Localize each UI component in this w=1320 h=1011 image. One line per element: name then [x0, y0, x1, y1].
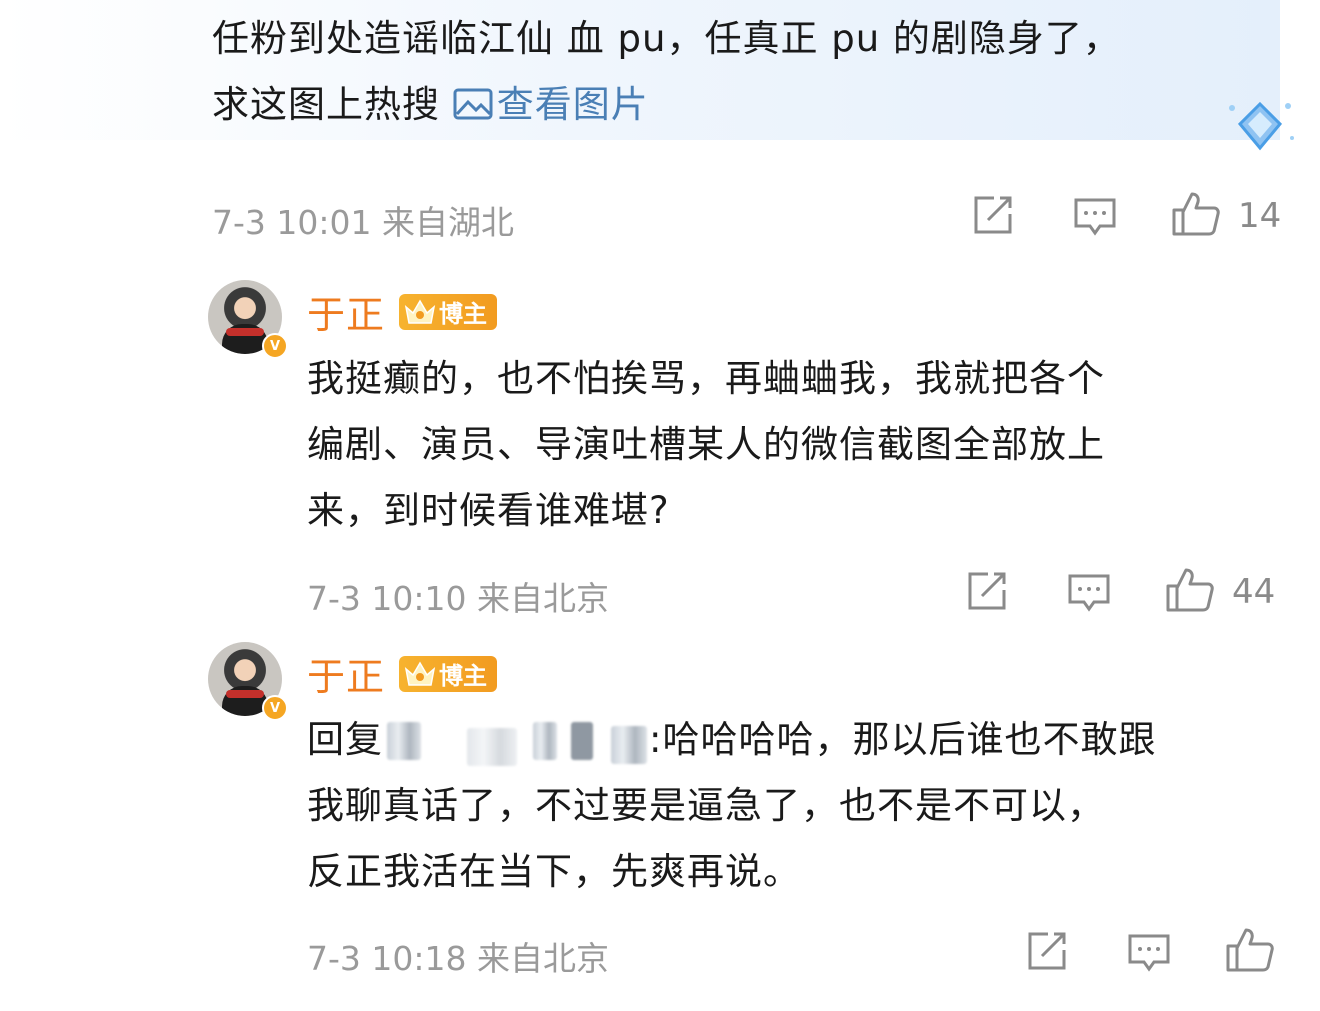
comment-icon[interactable] — [1066, 572, 1112, 614]
reply-1-line-3: 来，到时候看谁难堪? — [307, 489, 670, 532]
share-icon[interactable] — [1024, 930, 1070, 974]
crown-icon — [403, 297, 437, 327]
reply-2-text: :哈哈哈哈，那以后谁也不敢跟 — [649, 718, 1157, 761]
top-comment-line-2: 求这图上热搜 查看图片 — [212, 72, 649, 142]
top-comment-meta: 7-3 10:01 来自湖北 — [212, 203, 514, 242]
reply-2-header: 于正 博主 — [307, 646, 498, 701]
view-image-label[interactable]: 查看图片 — [497, 83, 649, 126]
like-count: 14 — [1238, 196, 1282, 236]
like-icon[interactable] — [1224, 926, 1276, 974]
share-icon[interactable] — [970, 194, 1016, 238]
like-icon[interactable] — [1164, 566, 1216, 614]
reply-1-line-2: 编剧、演员、导演吐槽某人的微信截图全部放上 — [307, 423, 1105, 466]
badge-label: 博主 — [439, 662, 488, 690]
verified-v-icon: V — [262, 333, 288, 359]
reply-2-line-2: 我聊真话了，不过要是逼急了，也不是不可以， — [307, 784, 1105, 827]
blurred-mention[interactable] — [383, 721, 649, 766]
reply-2-meta: 7-3 10:18 来自北京 — [307, 939, 609, 978]
like-count: 44 — [1232, 572, 1276, 612]
blogger-badge: 博主 — [399, 293, 498, 330]
reply-2-line-3: 反正我活在当下，先爽再说。 — [307, 850, 801, 893]
share-icon[interactable] — [964, 570, 1010, 614]
verified-v-icon: V — [262, 695, 288, 721]
top-comment-line-1: 任粉到处造谣临江仙 血 pu，任真正 pu 的剧隐身了， — [212, 17, 1121, 60]
reply-1-meta: 7-3 10:10 来自北京 — [307, 579, 609, 618]
username[interactable]: 于正 — [307, 646, 385, 701]
reply-2-line-1: 回复 :哈哈哈哈，那以后谁也不敢跟 — [307, 707, 1156, 773]
sparkle-sticker-icon — [1222, 98, 1298, 158]
reply-1-line-1: 我挺癫的，也不怕挨骂，再蛐蛐我，我就把各个 — [307, 357, 1105, 400]
reply-1-header: 于正 博主 — [307, 284, 498, 339]
blogger-badge: 博主 — [399, 655, 498, 692]
crown-icon — [403, 659, 437, 689]
comment-icon[interactable] — [1126, 932, 1172, 974]
like-icon[interactable] — [1170, 190, 1222, 238]
image-icon — [453, 76, 493, 142]
username[interactable]: 于正 — [307, 284, 385, 339]
view-image-link[interactable]: 查看图片 — [453, 83, 649, 126]
reply-prefix: 回复 — [307, 718, 383, 761]
top-comment-text: 求这图上热搜 — [212, 83, 453, 126]
badge-label: 博主 — [439, 300, 488, 328]
comment-icon[interactable] — [1072, 196, 1118, 238]
